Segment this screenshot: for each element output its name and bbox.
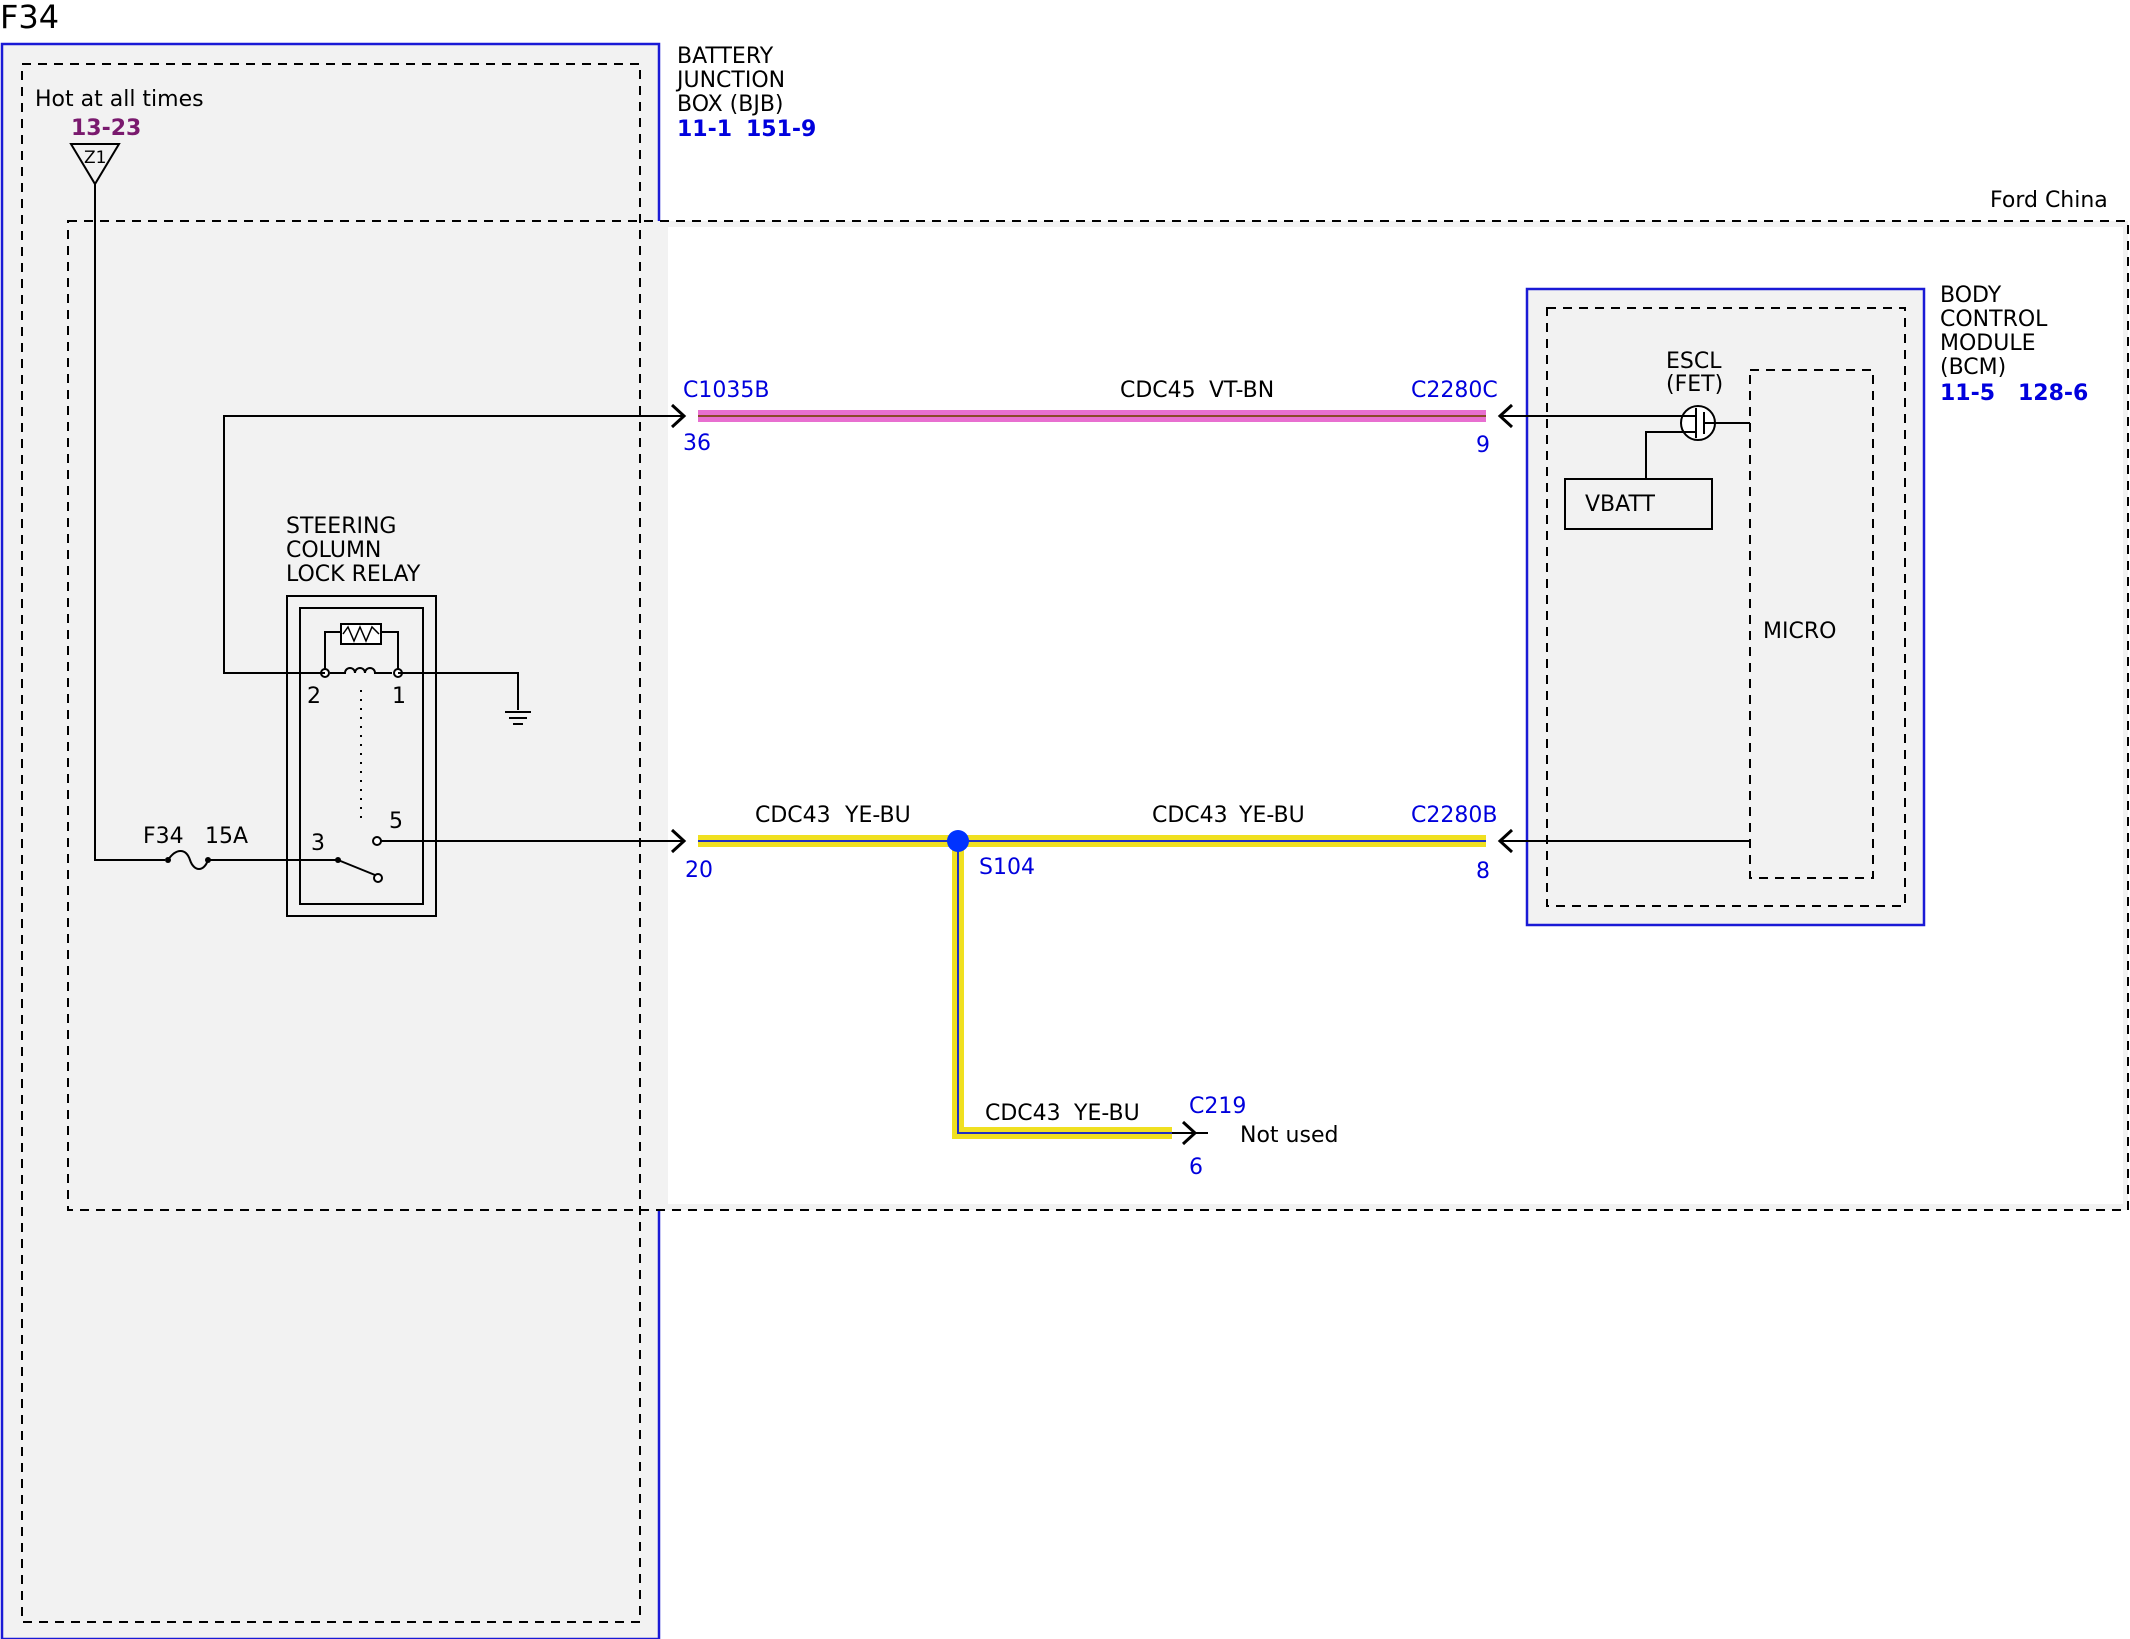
wiring-diagram: F34 BATTERY JUNCTION BOX (BJB) 11-1 151-… <box>0 0 2129 1639</box>
bcm-name-line-3: MODULE <box>1940 331 2036 356</box>
relay-pin-3: 3 <box>311 831 325 856</box>
cdc43-right-color: YE-BU <box>1238 803 1305 828</box>
fuse-label: F34 <box>143 824 184 849</box>
bcm-name-line-2: CONTROL <box>1940 307 2048 332</box>
micro-label: MICRO <box>1763 619 1836 644</box>
c1035b-label: C1035B <box>683 378 769 403</box>
bjb-name-line-3: BOX (BJB) <box>677 92 784 117</box>
bcm-name-line-1: BODY <box>1940 283 2002 308</box>
bjb-name-line-1: BATTERY <box>677 44 774 69</box>
relay-pin-1: 1 <box>392 684 406 709</box>
relay-name-line-1: STEERING <box>286 514 396 539</box>
hot-at-all-times-label: Hot at all times <box>35 87 204 112</box>
relay-name-line-3: LOCK RELAY <box>286 562 421 587</box>
region-label: Ford China <box>1990 188 2108 213</box>
bcm-name-line-4: (BCM) <box>1940 355 2006 380</box>
splice-s104-icon <box>947 830 969 852</box>
hot-ref: 13-23 <box>71 116 141 141</box>
cdc43-left-color: YE-BU <box>844 803 911 828</box>
bcm-outer-box <box>1525 287 1926 927</box>
feed-id: Z1 <box>84 148 106 168</box>
escl-label-line-1: ESCL <box>1666 349 1722 374</box>
bjb-ref-2: 151-9 <box>746 117 816 142</box>
cdc43-branch-color: YE-BU <box>1073 1101 1140 1126</box>
c2280b-label: C2280B <box>1411 803 1497 828</box>
relay-pin-2: 2 <box>307 684 321 709</box>
fuse-rating: 15A <box>205 824 248 849</box>
relay-pin-5-terminal <box>372 836 382 846</box>
relay-name-line-2: COLUMN <box>286 538 381 563</box>
c1035b-pin: 36 <box>683 431 711 456</box>
escl-label-line-2: (FET) <box>1666 372 1723 397</box>
bcm-ref-1: 11-5 <box>1940 381 1995 406</box>
page-label: F34 <box>0 0 59 36</box>
cdc43-right-circuit: CDC43 <box>1152 803 1228 828</box>
cdc43-branch-circuit: CDC43 <box>985 1101 1061 1126</box>
vbatt-label: VBATT <box>1585 492 1656 517</box>
cdc45-color: VT-BN <box>1209 378 1274 403</box>
bjb-name-line-2: JUNCTION <box>675 68 785 93</box>
bottom-left-pin: 20 <box>685 858 713 883</box>
bjb-ref-1: 11-1 <box>677 117 732 142</box>
c219-pin: 6 <box>1189 1155 1203 1180</box>
cdc45-circuit: CDC45 <box>1120 378 1196 403</box>
c2280b-pin: 8 <box>1476 859 1490 884</box>
c2280c-pin: 9 <box>1476 433 1490 458</box>
splice-label: S104 <box>979 855 1035 880</box>
c219-label: C219 <box>1189 1094 1246 1119</box>
cdc43-left-circuit: CDC43 <box>755 803 831 828</box>
relay-pin-5: 5 <box>389 809 403 834</box>
c2280c-label: C2280C <box>1411 378 1498 403</box>
not-used-label: Not used <box>1240 1123 1338 1148</box>
bcm-ref-2: 128-6 <box>2018 381 2088 406</box>
relay-switch-contact <box>373 873 383 883</box>
resistor-icon <box>340 623 382 645</box>
